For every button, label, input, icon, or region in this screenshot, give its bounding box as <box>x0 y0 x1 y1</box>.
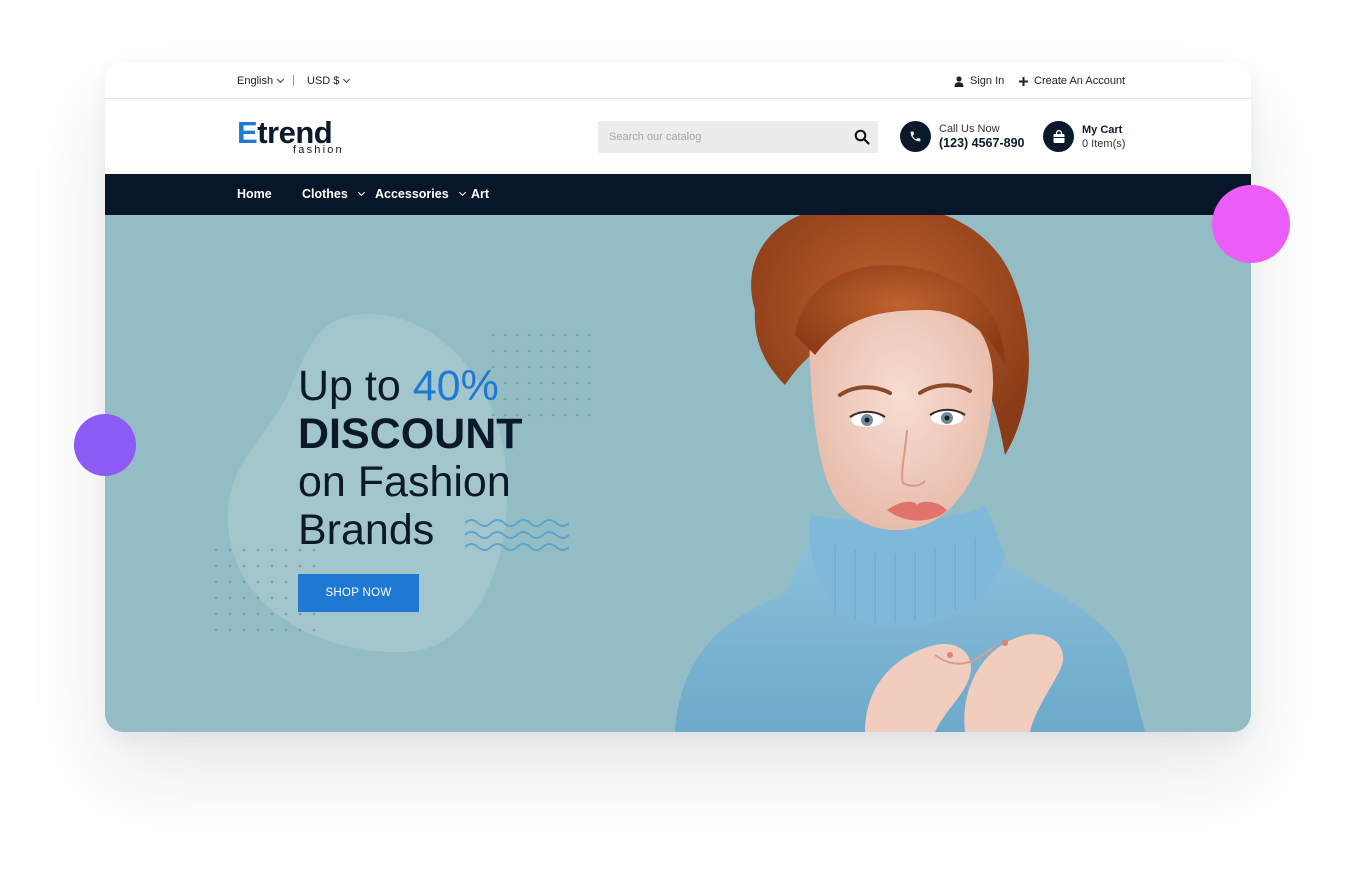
sign-in-link[interactable]: Sign In <box>954 75 1004 87</box>
call-us-block[interactable]: Call Us Now (123) 4567-890 <box>900 121 1024 152</box>
nav-item-home[interactable]: Home <box>237 187 272 201</box>
website-preview-card: English | USD $ Sign In Create An Accoun… <box>105 62 1251 732</box>
logo[interactable]: Etrend fashion <box>237 115 342 156</box>
cart-block[interactable]: My Cart 0 Item(s) <box>1043 121 1125 152</box>
logo-accent-letter: E <box>237 115 258 150</box>
nav-item-art[interactable]: Art <box>471 187 489 201</box>
sign-in-label: Sign In <box>970 75 1005 87</box>
headline-line-3: on Fashion <box>298 458 511 506</box>
nav-item-accessories[interactable]: Accessories <box>375 187 466 201</box>
language-label: English <box>237 75 274 87</box>
nav-label: Accessories <box>375 187 449 201</box>
search-input[interactable] <box>598 121 838 153</box>
nav-label: Art <box>471 187 490 201</box>
chevron-down-icon <box>343 75 351 84</box>
site-header: Etrend fashion Call Us Now (123 <box>105 99 1251 174</box>
create-account-link[interactable]: Create An Account <box>1019 75 1125 87</box>
plus-icon <box>1019 76 1028 86</box>
hero-model-image <box>675 215 1145 732</box>
headline-prefix: Up to <box>298 362 401 410</box>
nav-label: Clothes <box>302 187 348 201</box>
divider: | <box>292 74 295 86</box>
search-icon[interactable] <box>854 129 870 145</box>
nav-label: Home <box>237 187 272 201</box>
shopping-bag-icon <box>1043 121 1074 152</box>
headline-accent: 40% <box>412 362 499 410</box>
chevron-down-icon <box>458 188 466 197</box>
headline-line-2: DISCOUNT <box>298 410 523 458</box>
chevron-down-icon <box>357 188 365 197</box>
create-account-label: Create An Account <box>1034 75 1126 87</box>
cart-count: 0 Item(s) <box>1082 137 1126 150</box>
shop-now-button[interactable]: SHOP NOW <box>298 574 419 612</box>
user-icon <box>954 75 964 87</box>
search-bar <box>598 121 878 153</box>
currency-label: USD $ <box>307 75 340 87</box>
cart-label: My Cart <box>1082 123 1123 136</box>
main-navigation: Home Clothes Accessories Art <box>105 174 1251 215</box>
nav-item-clothes[interactable]: Clothes <box>302 187 365 201</box>
call-label: Call Us Now <box>939 123 1000 135</box>
page: English | USD $ Sign In Create An Accoun… <box>0 0 1356 875</box>
currency-selector[interactable]: USD $ <box>307 75 351 87</box>
headline-line-1: Up to 40% <box>298 362 523 410</box>
logo-tagline: fashion <box>293 144 344 156</box>
decorative-circle-purple <box>74 414 136 476</box>
decorative-circle-pink <box>1212 185 1290 263</box>
chevron-down-icon <box>277 75 285 84</box>
call-number: (123) 4567-890 <box>939 136 1025 150</box>
phone-icon <box>900 121 931 152</box>
hero-headline: Up to 40% DISCOUNT on Fashion Brands <box>298 362 523 554</box>
top-bar: English | USD $ Sign In Create An Accoun… <box>105 62 1251 99</box>
language-selector[interactable]: English <box>237 75 285 87</box>
headline-line-4: Brands <box>298 506 435 554</box>
hero-banner: Up to 40% DISCOUNT on Fashion Brands SHO… <box>105 215 1251 732</box>
